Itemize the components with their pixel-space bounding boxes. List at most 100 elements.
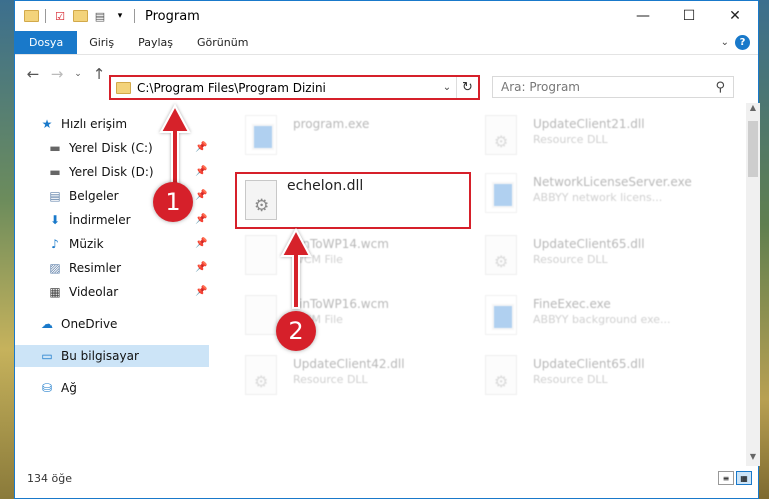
file-description: Resource DLL [293, 373, 368, 386]
desktop-background-left [0, 0, 14, 499]
scroll-up-arrow-icon[interactable]: ▲ [746, 103, 760, 117]
documents-icon: ▤ [49, 189, 61, 203]
music-icon: ♪ [51, 237, 59, 251]
search-placeholder: Ara: Program [501, 80, 580, 94]
file-name: UpdateClient42.dll [293, 357, 405, 371]
desktop-background-right [759, 0, 769, 499]
pin-icon: 📌 [195, 262, 208, 273]
customize-icon[interactable]: ▤ [92, 8, 108, 24]
file-item[interactable]: program.exe [245, 109, 481, 165]
separator [134, 9, 135, 23]
download-icon: ⬇ [49, 213, 61, 227]
file-name: program.exe [293, 117, 370, 131]
file-name: FineExec.exe [533, 297, 611, 311]
maximize-button[interactable]: ☐ [666, 1, 712, 31]
file-item[interactable]: NetworkLicenseServer.exe ABBYY network l… [485, 167, 721, 223]
sidebar-item-network[interactable]: ⛁ Ağ [39, 377, 77, 399]
file-description: WCM File [293, 253, 343, 266]
navigation-pane: ★ Hızlı erişim ▬ Yerel Disk (C:) 📌 ▬ Yer… [15, 111, 209, 471]
view-toggle: ≡ ▦ [718, 471, 752, 485]
title-bar: ☑ ▤ ▾ Program — ☐ ✕ [15, 1, 758, 31]
blank-file-icon [245, 235, 277, 275]
pin-icon: 📌 [195, 238, 208, 249]
window-controls: — ☐ ✕ [620, 1, 758, 31]
computer-icon: ▭ [41, 349, 53, 363]
file-item[interactable]: ⚙ UpdateClient65.dll Resource DLL [485, 229, 721, 285]
file-description: Resource DLL [533, 373, 608, 386]
sidebar-item-label: Yerel Disk (C:) [69, 141, 153, 155]
recent-locations-button[interactable]: ⌄ [71, 64, 85, 84]
sidebar-item-drive-c[interactable]: ▬ Yerel Disk (C:) [47, 137, 153, 159]
file-item-highlighted[interactable]: ⚙ echelon.dll [235, 172, 471, 229]
help-icon[interactable]: ? [735, 35, 750, 50]
sidebar-item-label: Belgeler [69, 189, 119, 203]
vertical-scrollbar[interactable]: ▲ ▼ [746, 103, 760, 466]
folder-icon[interactable] [23, 8, 39, 24]
sidebar-item-quick-access[interactable]: ★ Hızlı erişim [39, 113, 127, 135]
dll-file-icon: ⚙ [485, 355, 517, 395]
file-name: FinToWP14.wcm [293, 237, 389, 251]
address-path[interactable]: C:\Program Files\Program Dizini [137, 81, 438, 95]
sidebar-item-label: OneDrive [61, 317, 118, 331]
search-input[interactable]: Ara: Program ⚲ [492, 76, 734, 98]
sidebar-item-music[interactable]: ♪ Müzik [47, 233, 103, 255]
file-name: UpdateClient21.dll [533, 117, 645, 131]
pin-icon: 📌 [195, 142, 208, 153]
exe-file-icon [245, 115, 277, 155]
tab-gorunum[interactable]: Görünüm [185, 31, 260, 54]
tab-dosya[interactable]: Dosya [15, 31, 78, 54]
item-count: 134 öğe [27, 472, 72, 485]
exe-file-icon [485, 295, 517, 335]
scroll-down-arrow-icon[interactable]: ▼ [746, 452, 760, 466]
sidebar-item-this-pc[interactable]: ▭ Bu bilgisayar [39, 345, 139, 367]
expand-ribbon-icon[interactable]: ⌄ [721, 37, 729, 48]
new-folder-icon[interactable] [72, 8, 88, 24]
file-item[interactable]: FinToWP14.wcm WCM File [245, 229, 481, 285]
file-name: NetworkLicenseServer.exe [533, 175, 692, 189]
file-item[interactable]: ⚙ UpdateClient42.dll Resource DLL [245, 349, 481, 405]
close-button[interactable]: ✕ [712, 1, 758, 31]
chevron-down-icon[interactable]: ⌄ [438, 82, 456, 93]
file-item[interactable]: ⚙ UpdateClient21.dll Resource DLL [485, 109, 721, 165]
sidebar-item-drive-d[interactable]: ▬ Yerel Disk (D:) [47, 161, 153, 183]
forward-button[interactable]: → [47, 64, 67, 84]
properties-icon[interactable]: ☑ [52, 8, 68, 24]
sidebar-item-label: Bu bilgisayar [61, 349, 139, 363]
up-button[interactable]: ↑ [89, 64, 109, 84]
sidebar-item-pictures[interactable]: ▨ Resimler [47, 257, 121, 279]
sidebar-item-onedrive[interactable]: ☁ OneDrive [39, 313, 117, 335]
chevron-down-icon[interactable]: ▾ [112, 8, 128, 24]
exe-file-icon [485, 173, 517, 213]
sidebar-item-downloads[interactable]: ⬇ İndirmeler [47, 209, 131, 231]
file-description: Resource DLL [533, 133, 608, 146]
file-name: FinToWP16.wcm [293, 297, 389, 311]
file-description: Resource DLL [533, 253, 608, 266]
window-title: Program [145, 8, 200, 24]
address-bar[interactable]: C:\Program Files\Program Dizini ⌄ ↻ [109, 75, 480, 100]
tab-paylas[interactable]: Paylaş [126, 31, 185, 54]
sidebar-item-label: Videolar [69, 285, 119, 299]
minimize-button[interactable]: — [620, 1, 666, 31]
quick-access-toolbar: ☑ ▤ ▾ [15, 8, 137, 24]
folder-icon [116, 81, 131, 94]
file-description: ABBYY network licens... [533, 191, 663, 204]
sidebar-item-documents[interactable]: ▤ Belgeler [47, 185, 119, 207]
network-icon: ⛁ [41, 381, 53, 395]
scrollbar-thumb[interactable] [748, 121, 758, 177]
refresh-button[interactable]: ↻ [456, 77, 478, 98]
file-list: program.exe ⚙ UpdateClient21.dll Resourc… [215, 103, 742, 466]
file-item[interactable]: FineExec.exe ABBYY background exe... [485, 289, 721, 345]
cloud-icon: ☁ [41, 317, 53, 331]
file-item[interactable]: ⚙ UpdateClient65.dll Resource DLL [485, 349, 721, 405]
details-view-icon[interactable]: ≡ [718, 471, 734, 485]
sidebar-item-videos[interactable]: ▦ Videolar [47, 281, 118, 303]
tiles-view-icon[interactable]: ▦ [736, 471, 752, 485]
dll-file-icon: ⚙ [485, 115, 517, 155]
pin-icon: 📌 [195, 214, 208, 225]
back-button[interactable]: ← [23, 64, 43, 84]
dll-file-icon: ⚙ [485, 235, 517, 275]
sidebar-item-label: Hızlı erişim [61, 117, 128, 131]
star-icon: ★ [41, 117, 53, 131]
blank-file-icon [245, 295, 277, 335]
tab-giris[interactable]: Giriş [77, 31, 126, 54]
